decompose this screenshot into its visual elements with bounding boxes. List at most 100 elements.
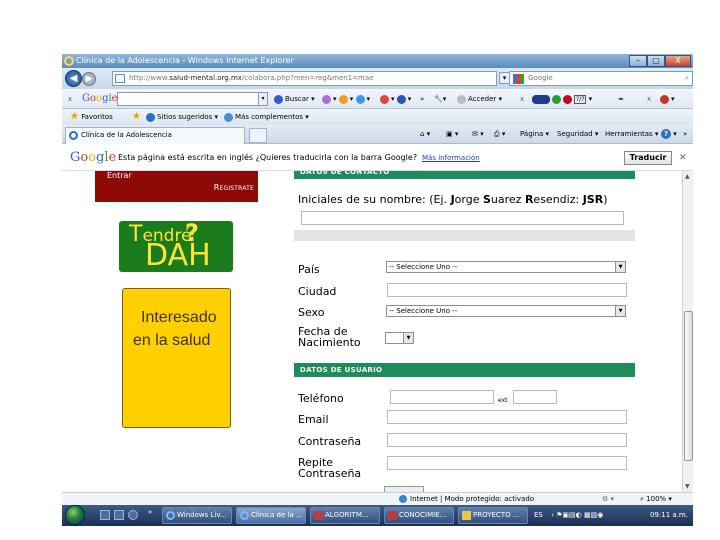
minimize-button[interactable]: –	[629, 55, 647, 67]
page-menu[interactable]: Página ▾	[520, 125, 549, 144]
protected-mode-icon[interactable]: ⚙ ▾	[602, 493, 614, 505]
tab-label: Clínica de la Adolescencia	[81, 131, 172, 139]
ie-logo-icon	[64, 56, 74, 66]
initials-input[interactable]	[301, 211, 624, 225]
tdah-banner[interactable]: Tendré ? DAH	[119, 219, 233, 273]
second-toolbar-close-icon[interactable]: x	[520, 89, 524, 109]
command-bar-more[interactable]: »	[683, 125, 687, 144]
taskbar-item-windows-live[interactable]: Windows Liv...	[162, 507, 232, 524]
scroll-up-icon[interactable]: ▲	[685, 173, 690, 180]
forward-arrow-icon[interactable]: ▶	[82, 72, 96, 86]
tdah-line2: DAH	[145, 238, 211, 273]
scroll-down-icon[interactable]: ▼	[685, 483, 690, 490]
login-link[interactable]: Entrar	[107, 171, 132, 181]
taskbar-clock[interactable]: 09:11 a.m.	[650, 505, 688, 526]
mail-icon[interactable]: ✉ ▾	[472, 125, 484, 144]
toolbar-icons-group-2[interactable]: ▾ ▾	[380, 89, 411, 109]
zoom-control[interactable]: ⌕ 100% ▾	[640, 493, 672, 505]
wrench-icon[interactable]: 🔧▾	[434, 89, 446, 109]
google-toolbar-logo: Google	[82, 93, 118, 104]
ie-page-icon	[146, 112, 155, 122]
more-info-link[interactable]: Más información	[422, 145, 480, 171]
repeat-password-label: Repite Contraseña	[298, 456, 362, 480]
health-interest-banner[interactable]: Interesado en la salud	[122, 288, 231, 428]
quicklaunch-icon[interactable]	[114, 510, 124, 520]
scroll-menu-icon[interactable]: ≖	[618, 89, 624, 109]
feeds-icon[interactable]: ▣ ▾	[446, 125, 458, 144]
close-button[interactable]: X	[665, 55, 691, 67]
quicklaunch-more[interactable]: »	[148, 508, 152, 516]
page-scrollbar[interactable]: ▲ ▼	[682, 171, 693, 492]
google-toolbar-search-input[interactable]	[117, 92, 267, 106]
media-icon-dot	[660, 94, 669, 104]
contact-data-header: DATOS DE CONTACTO	[294, 171, 635, 179]
phone-input[interactable]	[390, 390, 494, 404]
repeat-password-input[interactable]	[387, 456, 627, 470]
security-menu[interactable]: Seguridad ▾	[557, 125, 598, 144]
google-toolbar-dropdown-icon[interactable]: ▾	[258, 92, 268, 106]
signin-button[interactable]: Acceder ▾	[457, 89, 502, 109]
media-icon[interactable]: ▾	[660, 89, 675, 109]
country-label: País	[298, 263, 320, 276]
birthdate-select[interactable]: ▼	[385, 332, 414, 344]
print-icon[interactable]: ⎙ ▾	[494, 125, 505, 144]
bookmarks-icon	[338, 94, 348, 104]
taskbar-item-conocimie[interactable]: CONOCIMIE...	[384, 507, 454, 524]
tray-expand-icon[interactable]: ‹	[551, 511, 554, 519]
window-title: Clínica de la Adolescencia - Windows Int…	[76, 56, 294, 65]
initials-label: Iniciales de su nombre: (Ej. Jorge Suare…	[298, 193, 608, 206]
password-input[interactable]	[387, 433, 627, 447]
help-icon[interactable]: ? ▾	[661, 125, 677, 144]
suggested-sites-link[interactable]: Sitios sugeridos ▾	[146, 109, 218, 125]
google-toolbar-more[interactable]: »	[420, 89, 424, 109]
chevron-down-icon: ▼	[615, 306, 625, 316]
ie-quicklaunch-icon[interactable]	[128, 510, 138, 520]
more-addons-link[interactable]: Más complementos ▾	[224, 109, 309, 125]
city-label: Ciudad	[298, 285, 337, 298]
address-bar[interactable]: http://www.salud-mental.org.mx/colabora.…	[112, 71, 497, 86]
country-select[interactable]: -- Seleccione Uno -- ▼	[386, 261, 626, 273]
second-toolbar-icons[interactable]: ?/? ▾	[532, 89, 592, 110]
sex-select[interactable]: -- Seleccione Uno -- ▼	[386, 305, 626, 317]
tray-icons[interactable]: ⚑▣▤◐ ▦▧◉	[556, 511, 603, 519]
translate-button[interactable]: Traducir	[624, 151, 672, 165]
taskbar-item-algoritm[interactable]: ALGORITM...	[310, 507, 380, 524]
pagerank-icon	[322, 94, 331, 104]
home-icon[interactable]: ⌂ ▾	[420, 125, 430, 144]
powerpoint-icon	[388, 511, 397, 520]
city-input[interactable]	[387, 283, 627, 297]
third-toolbar-close-icon[interactable]: x	[647, 89, 651, 109]
language-indicator[interactable]: ES	[534, 511, 543, 519]
chevron-down-icon: ▼	[403, 333, 413, 343]
favorites-button[interactable]: ★ Favoritos	[70, 109, 113, 125]
google-search-button[interactable]: Buscar ▾	[274, 89, 315, 109]
lang-toolbar-icon	[532, 94, 550, 104]
scrollbar-thumb[interactable]	[684, 311, 693, 461]
start-button[interactable]	[65, 505, 85, 525]
ext-label: ext	[498, 397, 508, 404]
taskbar-item-proyecto[interactable]: PROYECTO ...	[458, 507, 528, 524]
show-desktop-icon[interactable]	[100, 510, 110, 520]
taskbar-item-clinica[interactable]: Clínica de la ...	[236, 507, 306, 524]
password-label: Contraseña	[298, 435, 362, 448]
login-banner: Entrar Registrate	[95, 171, 258, 202]
interest-line2: en la salud	[133, 332, 211, 349]
block-icon	[563, 94, 572, 104]
translate-bar: Google Esta página está escrita en inglé…	[62, 145, 693, 171]
add-favorite-icon[interactable]: ★	[132, 109, 141, 125]
url-prefix: http://www.	[129, 74, 170, 82]
maximize-button[interactable]: ▢	[647, 55, 665, 67]
google-toolbar-close-icon[interactable]: x	[68, 89, 72, 109]
phone-ext-input[interactable]	[513, 390, 557, 404]
toolbar-icons-group[interactable]: ▾ ▾ ▾	[322, 89, 370, 109]
new-tab-button[interactable]	[249, 128, 267, 143]
back-arrow-icon[interactable]: ◀	[65, 70, 82, 87]
email-input[interactable]	[387, 410, 627, 424]
tab-clinica[interactable]: Clínica de la Adolescencia	[65, 127, 245, 144]
tools-menu[interactable]: Herramientas ▾	[605, 125, 658, 144]
register-link[interactable]: Registrate	[214, 183, 254, 192]
search-placeholder: Google	[528, 74, 553, 82]
search-magnifier-icon[interactable]: ⌕	[685, 72, 689, 85]
search-box[interactable]: Google ⌕	[509, 71, 693, 86]
translate-close-icon[interactable]: ✕	[679, 145, 687, 171]
